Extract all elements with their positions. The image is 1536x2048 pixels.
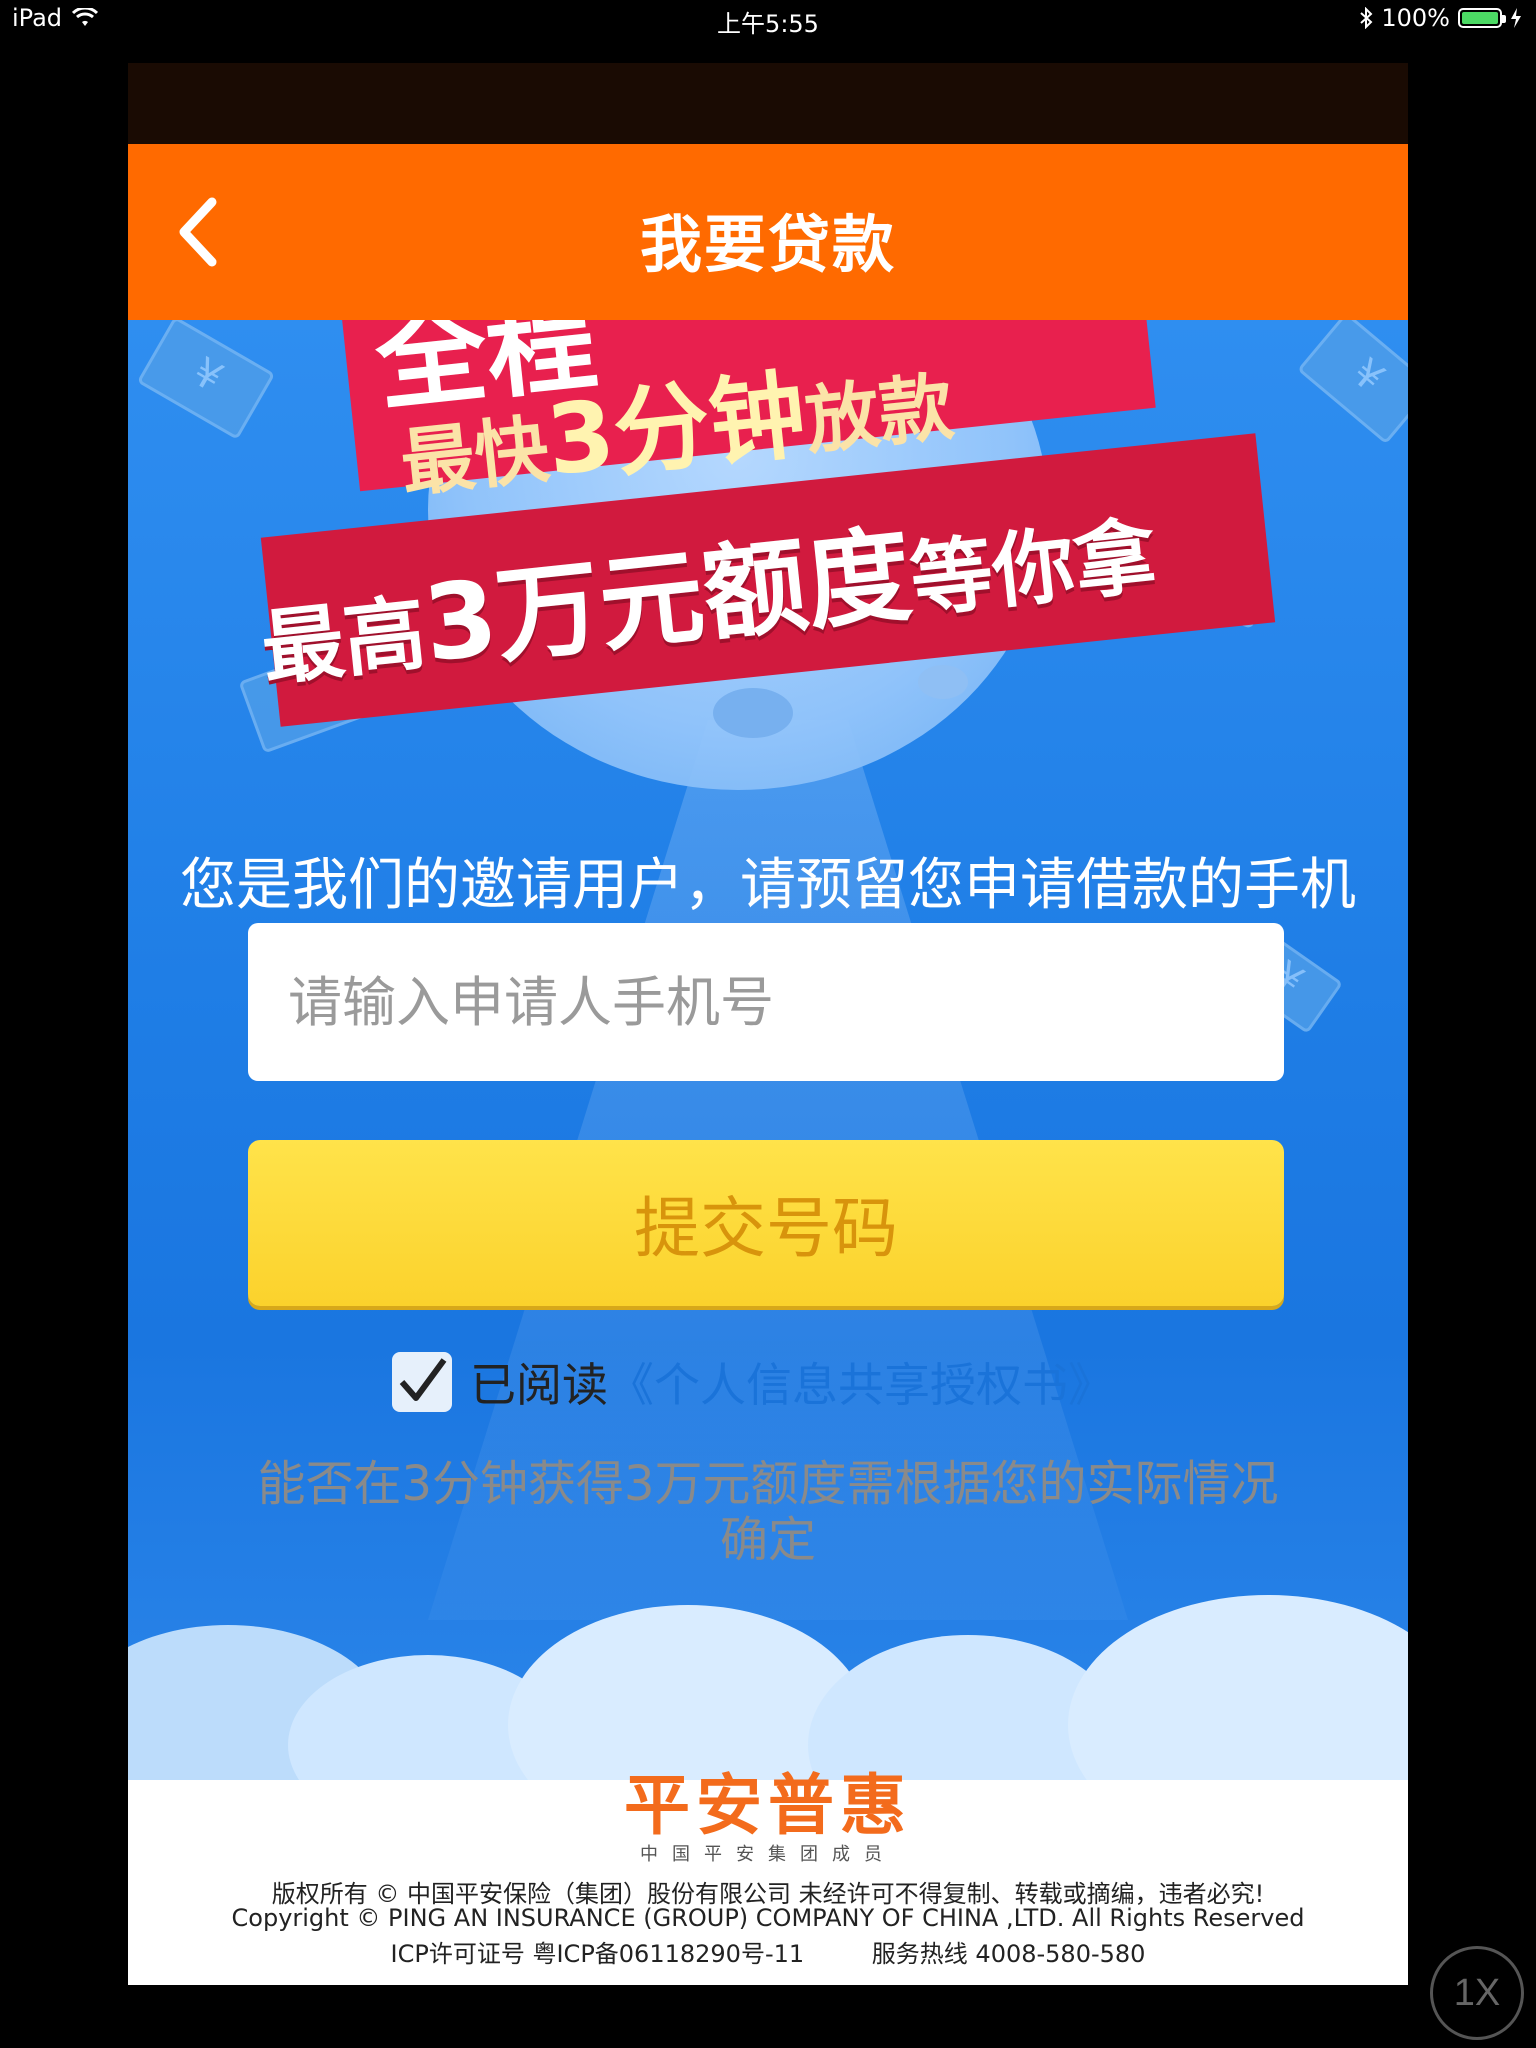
status-bar-right: 100% (1359, 4, 1522, 32)
submit-number-button[interactable]: 提交号码 (248, 1140, 1284, 1306)
money-bill-icon: ¥ (136, 320, 276, 440)
service-hotline[interactable]: 服务热线 4008-580-580 (872, 1940, 1146, 1968)
moon-crater (713, 688, 793, 738)
agreement-row: 已阅读 《个人信息共享授权书》 (392, 1349, 1114, 1415)
bluetooth-icon (1360, 7, 1373, 29)
phone-number-input[interactable] (248, 923, 1284, 1081)
nav-bar: 我要贷款 (128, 144, 1408, 320)
cloud-decoration (128, 1545, 1408, 1780)
brand-subtitle: 中国平安集团成员 (640, 1844, 896, 1865)
icp-license: ICP许可证号 粤ICP备06118290号-11 (390, 1940, 805, 1968)
zoom-1x-button[interactable]: 1X (1430, 1946, 1524, 2040)
status-bar: iPad 上午5:55 100% (0, 0, 1536, 40)
brand-logo: 平安普惠 (624, 1767, 912, 1844)
checkmark-icon (399, 1358, 447, 1401)
agreement-checkbox[interactable] (392, 1352, 452, 1412)
battery-level (1462, 12, 1498, 24)
footer: 平安普惠 中国平安集团成员 版权所有 © 中国平安保险（集团）股份有限公司 未经… (128, 1767, 1408, 1985)
battery-percent: 100% (1381, 4, 1450, 32)
footer-info-row: ICP许可证号 粤ICP备06118290号-11 服务热线 4008-580-… (128, 1934, 1408, 1969)
copyright-en: Copyright © PING AN INSURANCE (GROUP) CO… (231, 1904, 1305, 1932)
top-strip (128, 63, 1408, 144)
money-bill-icon: ¥ (1297, 320, 1408, 445)
app-frame: 我要贷款 ¥ ¥ ¥ ¥ ¥ 全程 最快3分钟放款 最高3万元额度等你拿 您是我… (128, 63, 1408, 1985)
agreement-prefix: 已阅读 (470, 1358, 608, 1412)
moon-crater (918, 665, 968, 699)
status-time: 上午5:55 (717, 10, 819, 38)
page-title: 我要贷款 (639, 208, 896, 281)
disclaimer-text: 能否在3分钟获得3万元额度需根据您的实际情况确定 (257, 1456, 1279, 1568)
battery-icon (1458, 8, 1506, 28)
authorization-link[interactable]: 《个人信息共享授权书》 (608, 1349, 1114, 1415)
charging-icon (1511, 8, 1521, 28)
